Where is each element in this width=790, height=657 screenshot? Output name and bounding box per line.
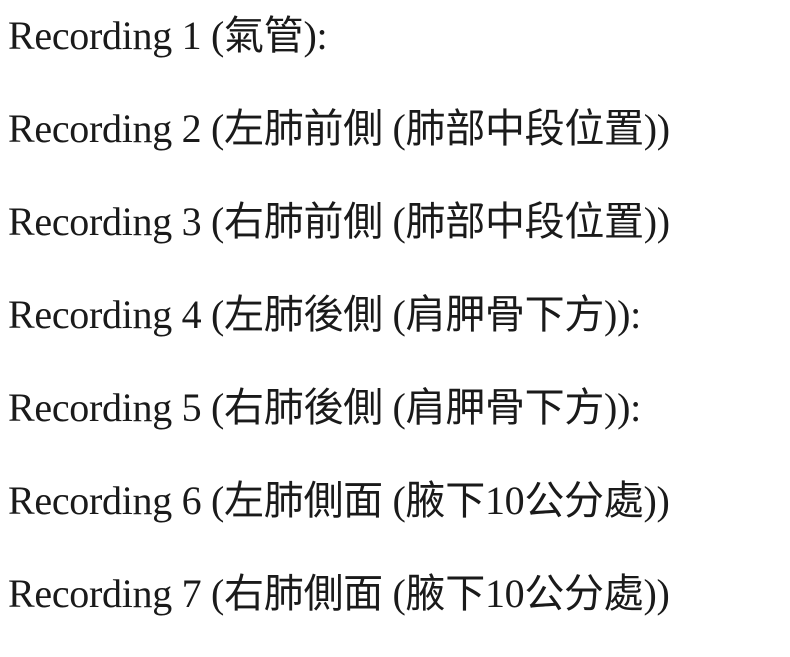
recording-6-label: Recording 6 (左肺側面 (腋下10公分處))	[8, 478, 670, 523]
recording-4-label: Recording 4 (左肺後側 (肩胛骨下方)):	[8, 292, 641, 337]
recording-5-label: Recording 5 (右肺後側 (肩胛骨下方)):	[8, 385, 641, 430]
recording-2-label: Recording 2 (左肺前側 (肺部中段位置))	[8, 106, 670, 151]
recording-1-label: Recording 1 (氣管):	[8, 13, 328, 58]
recording-3-label: Recording 3 (右肺前側 (肺部中段位置))	[8, 199, 670, 244]
recording-7-label: Recording 7 (右肺側面 (腋下10公分處))	[8, 571, 670, 616]
recording-list: Recording 1 (氣管): Recording 2 (左肺前側 (肺部中…	[8, 6, 790, 657]
